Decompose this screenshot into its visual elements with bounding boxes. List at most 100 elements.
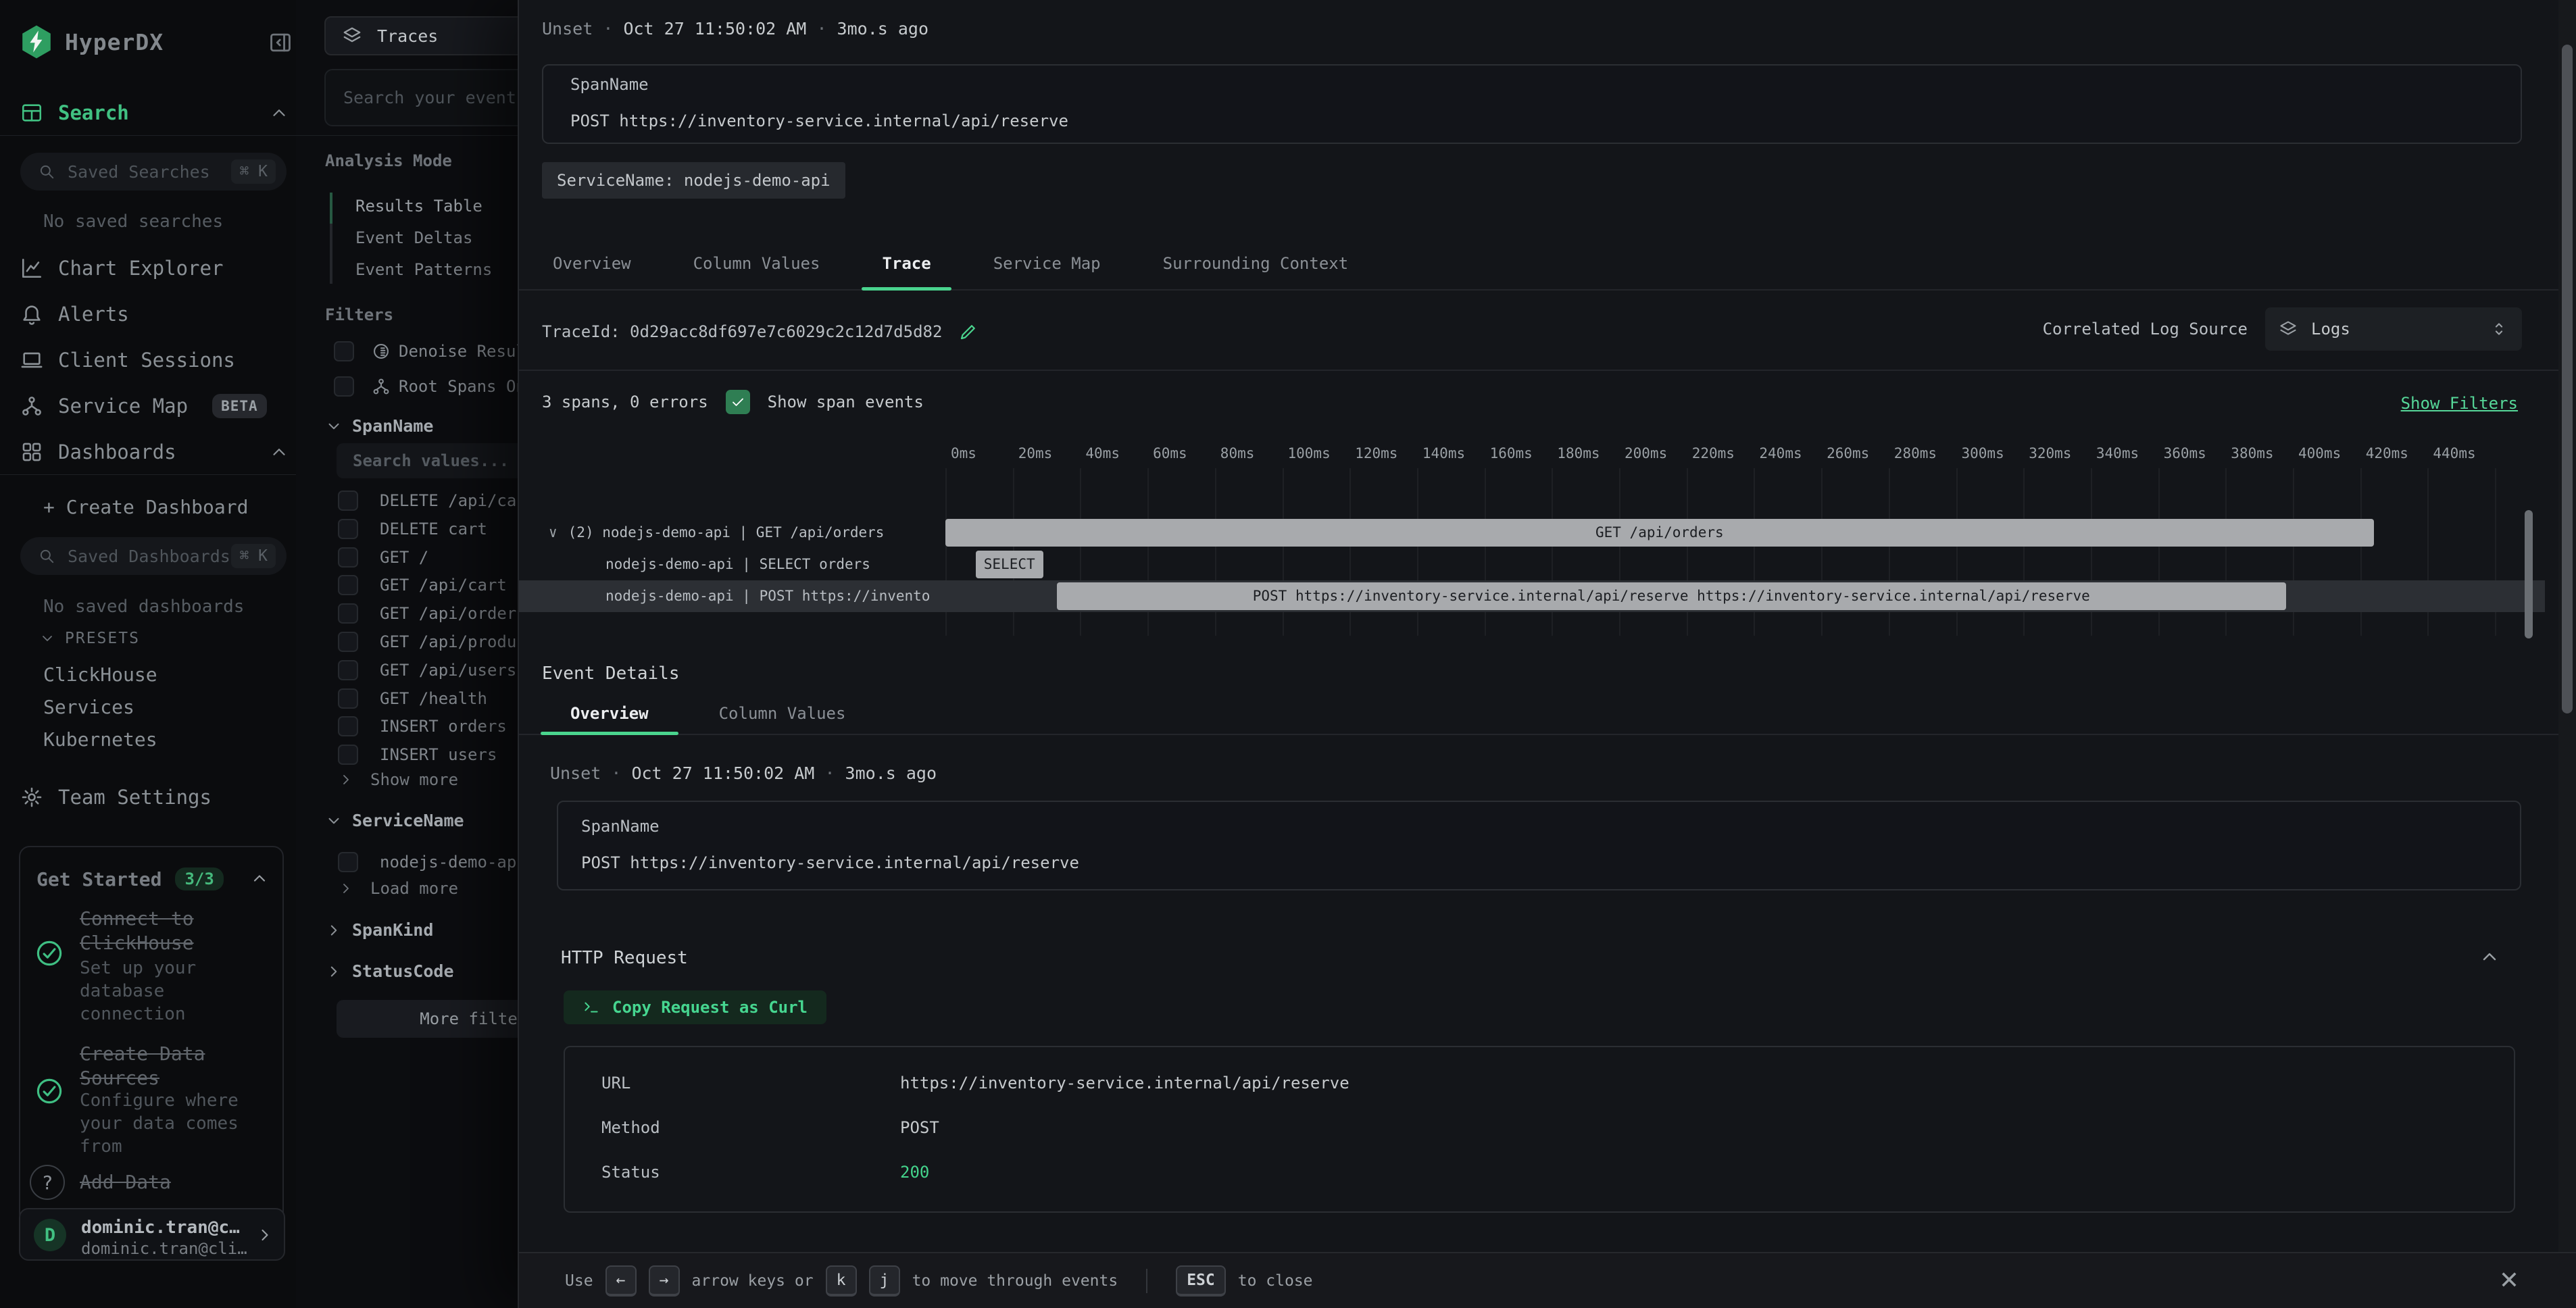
check-circle-icon — [35, 939, 64, 967]
service-name-tag[interactable]: ServiceName: nodejs-demo-api — [542, 162, 845, 199]
checkbox[interactable] — [338, 852, 358, 872]
filter-option[interactable]: INSERT orders — [338, 713, 507, 740]
panel-scrollbar-thumb[interactable] — [2562, 45, 2573, 713]
saved-searches-input[interactable]: Saved Searches ⌘ K — [20, 153, 287, 191]
copy-request-as-curl-button[interactable]: Copy Request as Curl — [564, 990, 826, 1024]
filter-option[interactable]: nodejs-demo-api — [338, 849, 518, 876]
filter-option[interactable]: DELETE cart — [338, 515, 487, 543]
filter-option[interactable]: DELETE /api/cart — [338, 487, 518, 514]
span-duration-bar[interactable]: POST https://inventory-service.internal/… — [1057, 582, 2287, 610]
sidebar-item-chart-explorer[interactable]: Chart Explorer — [20, 253, 223, 283]
esc-key: ESC — [1176, 1265, 1226, 1297]
analysis-mode-option[interactable]: Results Table — [355, 193, 482, 220]
load-more-link[interactable]: Load more — [338, 879, 458, 898]
event-search-input[interactable]: Search your events... — [324, 69, 518, 126]
filter-option[interactable]: GET /api/cart — [338, 572, 507, 599]
checkbox[interactable] — [338, 716, 358, 736]
span-row[interactable]: nodejs-demo-api | SELECT ordersSELECT — [519, 549, 2545, 580]
filter-group-statuscode[interactable]: StatusCode — [325, 961, 454, 981]
tab-column-values[interactable]: Column Values — [719, 693, 846, 734]
tab-overview[interactable]: Overview — [553, 238, 631, 289]
tab-surrounding-context[interactable]: Surrounding Context — [1163, 238, 1349, 289]
checkbox[interactable] — [338, 632, 358, 652]
sidebar-item-search[interactable]: Search — [20, 98, 129, 128]
tab-overview[interactable]: Overview — [570, 693, 649, 734]
filter-group-servicename[interactable]: ServiceName — [325, 811, 464, 830]
checkbox[interactable] — [338, 688, 358, 709]
http-row-value: POST — [900, 1118, 939, 1137]
bell-icon — [20, 303, 43, 326]
filter-option[interactable]: GET /api/orders — [338, 600, 518, 627]
preset-item-clickhouse[interactable]: ClickHouse — [43, 663, 157, 686]
search-icon — [38, 547, 55, 565]
filter-option[interactable]: GET /api/products — [338, 628, 518, 655]
chevron-down-icon[interactable]: ∨ — [549, 524, 558, 540]
sidebar-item-client-sessions[interactable]: Client Sessions — [20, 345, 235, 375]
trace-id-text: TraceId: 0d29acc8df697e7c6029c2c12d7d5d8… — [542, 322, 942, 341]
spans-summary-text: 3 spans, 0 errors — [542, 393, 708, 411]
panel-scrollbar[interactable] — [2558, 0, 2576, 1252]
filter-toggle[interactable]: Denoise Results — [334, 338, 518, 365]
filter-option[interactable]: INSERT users — [338, 741, 497, 768]
show-span-events-checkbox[interactable] — [726, 390, 750, 414]
sidebar-collapse-icon[interactable] — [268, 30, 293, 55]
filter-group-spanname[interactable]: SpanName — [325, 416, 433, 436]
checkbox[interactable] — [338, 745, 358, 765]
tab-column-values[interactable]: Column Values — [693, 238, 820, 289]
app-logo[interactable]: HyperDX — [20, 24, 164, 59]
checkbox[interactable] — [338, 575, 358, 595]
filter-toggle[interactable]: Root Spans Only — [334, 373, 518, 400]
checkbox[interactable] — [338, 490, 358, 511]
preset-item-services[interactable]: Services — [43, 696, 134, 718]
filter-group-spankind[interactable]: SpanKind — [325, 920, 433, 940]
collapse-section-icon[interactable] — [2479, 946, 2500, 967]
analysis-mode-option[interactable]: Event Deltas — [355, 224, 472, 251]
layers-icon — [342, 26, 362, 46]
create-dashboard-link[interactable]: + Create Dashboard — [43, 496, 248, 518]
log-source-select[interactable]: Logs — [2265, 307, 2522, 351]
checkbox[interactable] — [338, 519, 358, 539]
sidebar-item-alerts[interactable]: Alerts — [20, 299, 129, 329]
filter-values-search-input[interactable]: Search values... — [337, 443, 518, 478]
presets-header[interactable]: PRESETS — [39, 630, 140, 647]
checkbox[interactable] — [338, 547, 358, 568]
span-duration-bar[interactable]: GET /api/orders — [945, 519, 2374, 547]
http-row-key: Method — [601, 1118, 900, 1137]
filter-option[interactable]: GET / — [338, 544, 428, 571]
filter-values-placeholder: Search values... — [353, 451, 509, 470]
filter-option[interactable]: GET /health — [338, 685, 487, 712]
analysis-mode-option[interactable]: Event Patterns — [355, 256, 492, 283]
show-more-link[interactable]: Show more — [338, 770, 458, 789]
source-select-button[interactable]: Traces — [324, 16, 518, 55]
checkbox[interactable] — [338, 603, 358, 624]
more-filters-button[interactable]: More filters — [337, 1000, 518, 1038]
check-circle-icon — [35, 939, 64, 967]
filter-option[interactable]: GET /api/users — [338, 657, 516, 684]
sidebar-item-service-map[interactable]: Service MapBETA — [20, 391, 267, 421]
span-duration-bar[interactable]: SELECT — [976, 551, 1043, 578]
chart-icon — [20, 257, 43, 280]
event-details-tabs: Overview Column Values — [519, 693, 2576, 735]
span-row[interactable]: ∨(2) nodejs-demo-api | GET /api/ordersGE… — [519, 517, 2545, 549]
checkbox[interactable] — [338, 660, 358, 680]
checkbox[interactable] — [334, 341, 354, 361]
tab-trace[interactable]: Trace — [882, 238, 931, 289]
check-circle-icon — [35, 1077, 64, 1105]
tab-service-map[interactable]: Service Map — [993, 238, 1101, 289]
sidebar-item-team-settings[interactable]: Team Settings — [20, 782, 212, 812]
gear-icon — [20, 786, 43, 809]
edit-icon[interactable] — [958, 322, 979, 342]
chevron-up-icon[interactable] — [250, 869, 269, 888]
chevron-up-icon — [269, 103, 289, 123]
saved-dashboards-input[interactable]: Saved Dashboards ⌘ K — [20, 537, 287, 575]
preset-item-kubernetes[interactable]: Kubernetes — [43, 728, 157, 751]
sidebar-item-dashboards[interactable]: Dashboards — [20, 437, 176, 467]
span-row[interactable]: nodejs-demo-api | POST https://inventory… — [519, 580, 2545, 612]
user-card[interactable]: D dominic.tran@c… dominic.tran@cli… — [19, 1208, 285, 1261]
spanname-label: SpanName — [570, 75, 2494, 94]
get-started-step-title: Create Data Sources — [80, 1042, 269, 1090]
show-filters-link[interactable]: Show Filters — [2401, 394, 2518, 413]
close-icon[interactable]: ✕ — [2499, 1267, 2519, 1294]
timeline-scrollbar-thumb[interactable] — [2525, 510, 2533, 638]
checkbox[interactable] — [334, 376, 354, 397]
